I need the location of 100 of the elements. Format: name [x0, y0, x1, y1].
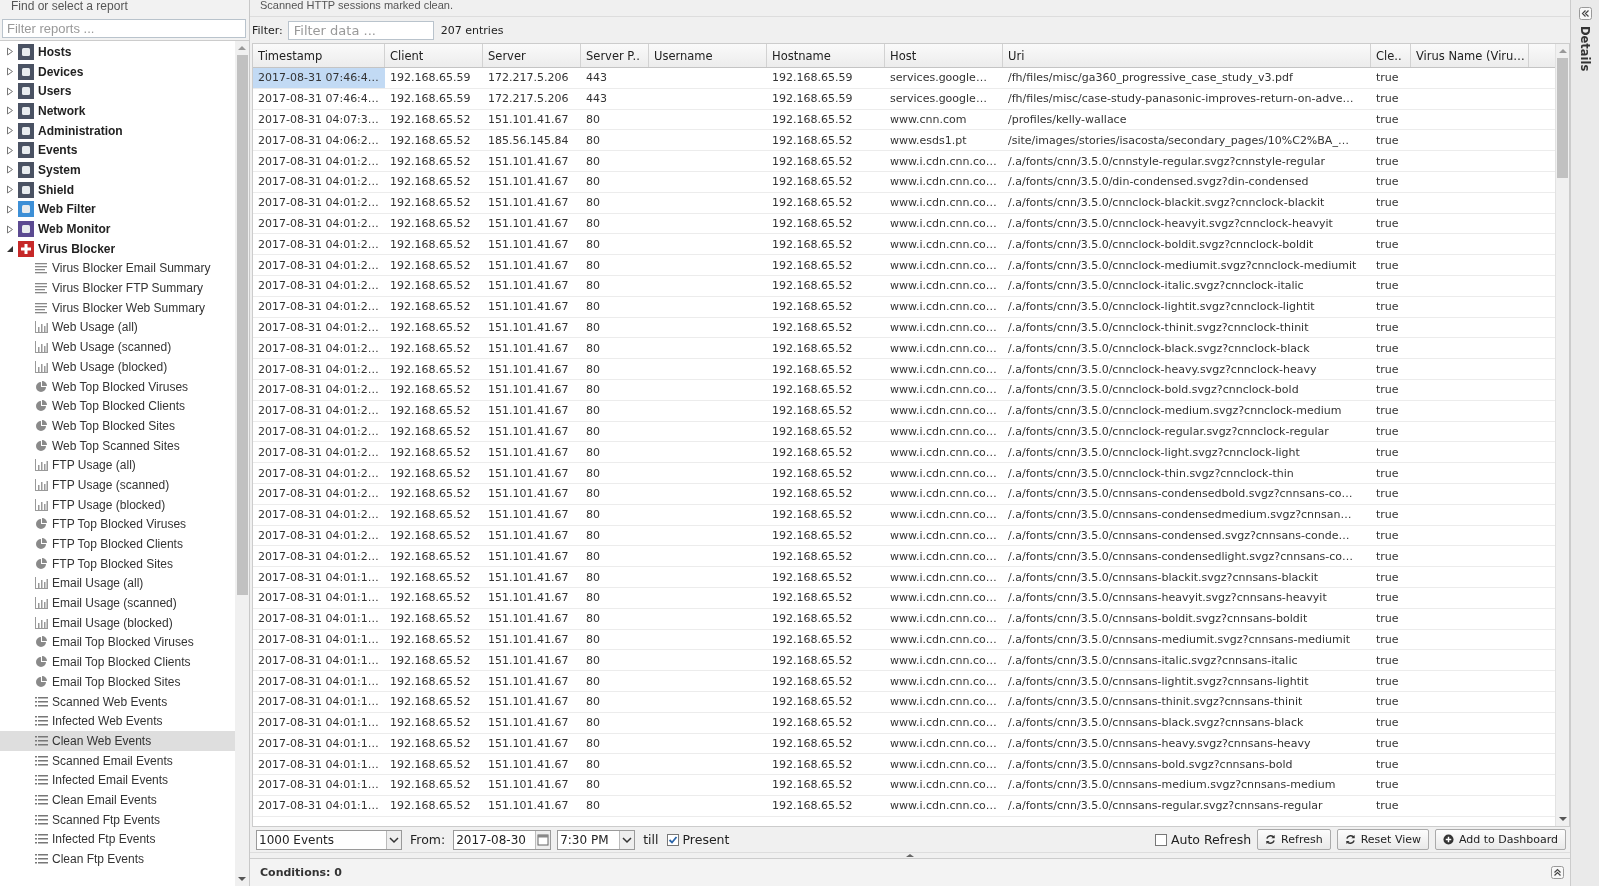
column-header[interactable]: Cle..	[1371, 44, 1411, 67]
scroll-down-icon[interactable]	[238, 876, 246, 882]
limit-dropdown[interactable]: 1000 Events	[256, 829, 402, 850]
report-item[interactable]: Email Usage (blocked)	[0, 612, 235, 633]
report-item[interactable]: Virus Blocker Web Summary	[0, 297, 235, 318]
category-item[interactable]: Users	[38, 84, 72, 99]
collapse-icon[interactable]	[1578, 7, 1592, 20]
scroll-thumb[interactable]	[236, 55, 248, 595]
from-label: From:	[410, 832, 446, 847]
report-item[interactable]: Email Top Blocked Sites	[0, 672, 235, 692]
category-item[interactable]: Web Monitor	[38, 222, 111, 237]
checkbox-label[interactable]: Present	[682, 832, 730, 847]
scroll-down-icon[interactable]	[1558, 816, 1567, 822]
column-header[interactable]: Host	[885, 44, 1003, 67]
table-cell-text: www.i.cdn.cnn.co…	[889, 340, 998, 357]
report-item[interactable]: Email Top Blocked Clients	[0, 652, 235, 672]
table-cell-text: 192.168.65.52	[389, 215, 472, 232]
table-cell-text: true	[1375, 112, 1400, 128]
date-field[interactable]: 2017-08-30	[453, 829, 552, 850]
table-cell-text: 192.168.65.52	[389, 631, 472, 648]
category-item[interactable]: Devices	[38, 64, 84, 79]
column-header[interactable]: Uri	[1003, 44, 1371, 67]
checkbox-label[interactable]: Auto Refresh	[1170, 832, 1252, 847]
category-item[interactable]: Hosts	[38, 44, 72, 59]
table-cell-text: /.a/fonts/cnn/3.5.0/cnnclock-light.svgz?cnnclock-light	[1007, 444, 1301, 461]
report-item[interactable]: Infected Web Events	[0, 711, 235, 732]
table-cell-text: /.a/fonts/cnn/3.5.0/cnnclock-black.svgz?cnnclock-black	[1007, 340, 1311, 357]
caret-icon[interactable]	[619, 830, 635, 849]
table-cell-text: 80	[585, 174, 601, 191]
table-cell-text: 151.101.41.67	[487, 403, 570, 420]
table-cell-text: 151.101.41.67	[487, 174, 570, 191]
report-item[interactable]: Web Usage (all)	[0, 317, 235, 338]
scroll-up-icon[interactable]	[1558, 48, 1567, 54]
checkbox[interactable]	[666, 833, 679, 846]
report-item[interactable]: Web Top Blocked Sites	[0, 416, 235, 436]
table-cell-text: 2017-08-31 04:01:2…	[257, 215, 380, 232]
table-cell-text: services.google…	[889, 91, 988, 108]
table-cell-text: 151.101.41.67	[487, 423, 570, 440]
expander-icon[interactable]	[6, 244, 14, 254]
report-item[interactable]: Web Top Blocked Viruses	[0, 376, 235, 397]
report-item[interactable]: Virus Blocker Email Summary	[0, 258, 235, 279]
column-header[interactable]: Hostname	[767, 44, 885, 67]
category-item[interactable]: Network	[38, 103, 86, 118]
report-item[interactable]: Web Usage (blocked)	[0, 357, 235, 377]
checkbox[interactable]	[1154, 833, 1167, 846]
report-item[interactable]: Email Usage (scanned)	[0, 593, 235, 613]
table-cell-text: 151.101.41.67	[487, 112, 570, 128]
report-item[interactable]: Scanned Web Events	[0, 691, 235, 712]
category-item[interactable]: Virus Blocker	[38, 241, 116, 256]
table-cell-text: 80	[585, 444, 601, 461]
report-item[interactable]: Web Usage (scanned)	[0, 337, 235, 357]
report-item[interactable]: Infected Email Events	[0, 770, 235, 791]
scroll-up-icon[interactable]	[238, 45, 246, 51]
column-header[interactable]: Client	[385, 44, 483, 67]
category-item[interactable]: Web Filter	[38, 202, 96, 217]
report-item[interactable]: Email Usage (all)	[0, 573, 235, 594]
category-item[interactable]: Shield	[38, 182, 74, 197]
column-header[interactable]: Timestamp	[253, 44, 385, 67]
report-item[interactable]: FTP Top Blocked Viruses	[0, 514, 235, 535]
category-item[interactable]: Administration	[38, 123, 123, 138]
report-item[interactable]: Email Top Blocked Viruses	[0, 632, 235, 653]
report-item[interactable]: Scanned Email Events	[0, 750, 235, 771]
category-icon	[18, 63, 34, 80]
table-cell-text: 443	[585, 70, 608, 87]
scrollbar[interactable]	[235, 41, 249, 886]
add-button[interactable]: Add to Dashboard	[1435, 829, 1566, 850]
expand-icon[interactable]	[1551, 866, 1564, 879]
report-item[interactable]: Scanned Ftp Events	[0, 809, 235, 830]
bar-chart-icon	[35, 597, 48, 610]
filter-field[interactable]: Filter reports ...	[2, 19, 246, 38]
category-item[interactable]: Events	[38, 143, 78, 158]
report-item[interactable]: FTP Top Blocked Sites	[0, 553, 235, 574]
report-item[interactable]: Clean Email Events	[0, 790, 235, 810]
details-tab[interactable]: Details	[1578, 26, 1592, 72]
scroll-thumb[interactable]	[1557, 58, 1568, 178]
report-item[interactable]: Clean Ftp Events	[0, 849, 235, 869]
calendar-icon[interactable]	[535, 830, 551, 849]
report-item[interactable]: Virus Blocker FTP Summary	[0, 278, 235, 298]
column-header[interactable]: Server	[483, 44, 581, 67]
list-icon	[35, 793, 48, 806]
column-header[interactable]: Username	[649, 44, 767, 67]
table-cell-text: www.i.cdn.cnn.co…	[889, 694, 998, 711]
report-item[interactable]: FTP Usage (blocked)	[0, 494, 235, 515]
report-item[interactable]: Infected Ftp Events	[0, 829, 235, 850]
report-item[interactable]: FTP Usage (all)	[0, 455, 235, 476]
column-header[interactable]: Virus Name (Viru…	[1411, 44, 1529, 67]
report-item[interactable]: FTP Usage (scanned)	[0, 475, 235, 495]
report-item[interactable]: Clean Web Events	[0, 731, 235, 751]
report-item[interactable]: FTP Top Blocked Clients	[0, 534, 235, 554]
refresh-button[interactable]: Refresh	[1257, 829, 1331, 850]
list-icon	[35, 813, 48, 826]
report-item[interactable]: Web Top Scanned Sites	[0, 435, 235, 456]
reset-button[interactable]: Reset View	[1336, 829, 1429, 850]
scrollbar[interactable]	[1555, 44, 1569, 826]
category-item[interactable]: System	[38, 162, 81, 177]
caret-icon[interactable]	[386, 830, 401, 849]
filter-field[interactable]: Filter data ...	[287, 20, 434, 40]
report-item[interactable]: Web Top Blocked Clients	[0, 396, 235, 417]
column-header[interactable]: Server P..	[581, 44, 649, 67]
time-dropdown[interactable]: 7:30 PM	[557, 829, 636, 850]
